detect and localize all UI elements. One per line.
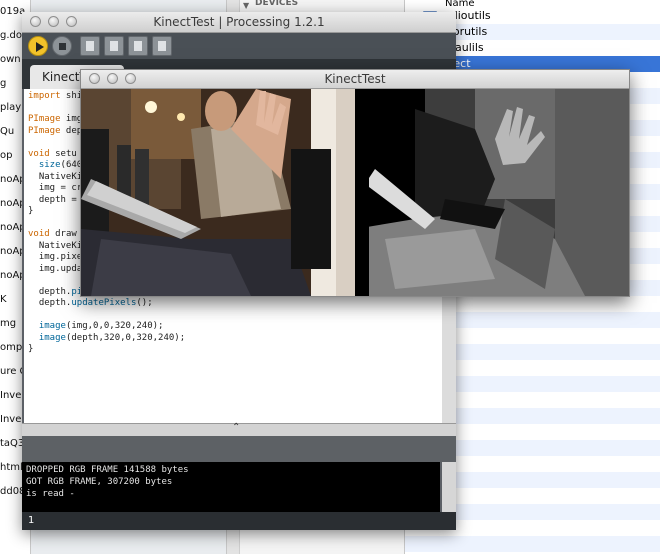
code-line: depth.updatePixels(); bbox=[28, 298, 153, 308]
open-sketch-button[interactable] bbox=[104, 36, 124, 56]
console-output: DROPPED RGB FRAME 141588 bytes GOT RGB FR… bbox=[22, 462, 440, 512]
kinect-window: KinectTest bbox=[80, 69, 630, 297]
processing-titlebar[interactable]: KinectTest | Processing 1.2.1 bbox=[22, 12, 456, 33]
processing-toolbar bbox=[22, 33, 456, 59]
code-line: NativeKi bbox=[28, 171, 83, 182]
code-line: PImage dept bbox=[28, 125, 88, 136]
line-number-status: 1 bbox=[22, 512, 456, 530]
new-sketch-button[interactable] bbox=[80, 36, 100, 56]
code-line: PImage img bbox=[28, 114, 83, 124]
code-line: void setu bbox=[28, 148, 77, 159]
file-list-row[interactable] bbox=[405, 536, 660, 552]
window-title: KinectTest | Processing 1.2.1 bbox=[153, 15, 325, 29]
code-line: img.upda bbox=[28, 263, 83, 274]
rgb-camera-image bbox=[81, 89, 355, 296]
collapse-arrow-icon[interactable]: ⌃ bbox=[232, 422, 240, 433]
save-sketch-button[interactable] bbox=[128, 36, 148, 56]
export-button[interactable] bbox=[152, 36, 172, 56]
code-line: image(depth,320,0,320,240); bbox=[38, 332, 186, 343]
line-number: 1 bbox=[28, 515, 35, 526]
message-area bbox=[22, 436, 456, 462]
code-line: import shi bbox=[28, 91, 83, 101]
code-line: } bbox=[28, 206, 34, 216]
code-line: NativeKi bbox=[28, 240, 83, 251]
console-scrollbar[interactable] bbox=[442, 462, 456, 512]
run-button[interactable] bbox=[28, 36, 48, 56]
console-line: GOT RGB FRAME, 307200 bytes bbox=[26, 477, 173, 487]
code-line: img.pixe bbox=[28, 252, 83, 262]
kinect-window-title: KinectTest bbox=[324, 72, 386, 86]
stop-button[interactable] bbox=[52, 36, 72, 56]
kinect-titlebar[interactable]: KinectTest bbox=[81, 70, 629, 89]
code-line: image(img,0,0,320,240); bbox=[38, 321, 164, 331]
code-line: } bbox=[28, 344, 34, 354]
editor-console-divider[interactable]: ⌃ bbox=[22, 422, 456, 436]
code-line: void draw bbox=[28, 229, 77, 239]
code-line: size(640 bbox=[38, 160, 83, 170]
console-line: is read - bbox=[26, 489, 75, 499]
devices-header: DEVICES bbox=[255, 0, 299, 8]
code-line: img = cr bbox=[28, 183, 83, 193]
depth-map-image bbox=[355, 89, 629, 296]
disclosure-triangle-icon[interactable]: ▼ bbox=[243, 1, 249, 10]
code-line: depth = bbox=[28, 194, 77, 205]
console-line: DROPPED RGB FRAME 141588 bytes bbox=[26, 465, 189, 475]
sketch-canvas[interactable] bbox=[81, 89, 629, 296]
